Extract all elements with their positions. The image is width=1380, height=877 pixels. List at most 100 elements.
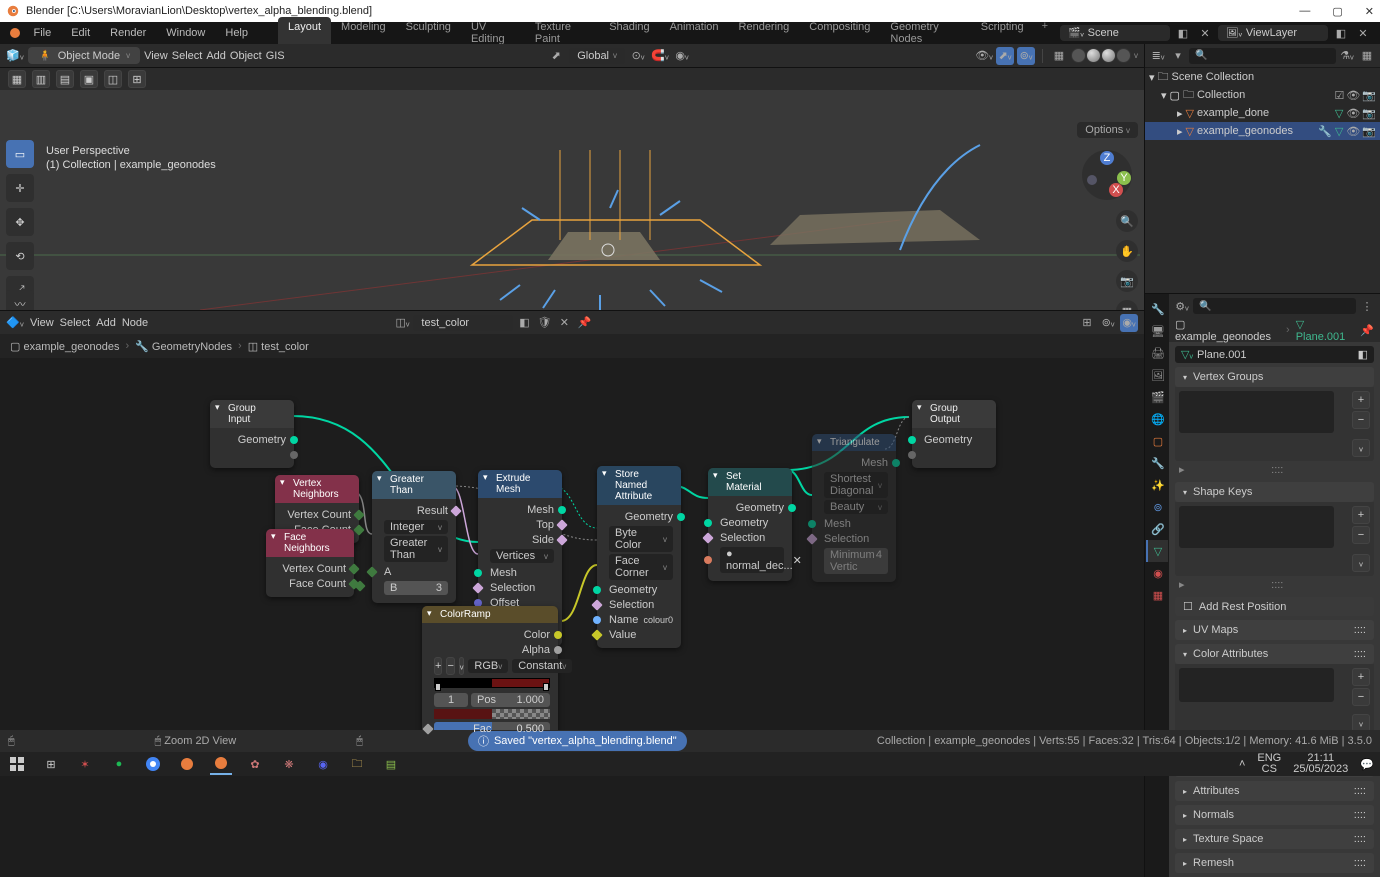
greater-b-field[interactable]: B3: [384, 581, 448, 595]
ptab-constraint[interactable]: 🔗: [1146, 518, 1168, 540]
store-domain-select[interactable]: Face Cornerv: [609, 554, 673, 580]
viewport-3d[interactable]: User Perspective (1) Collection | exampl…: [0, 90, 1144, 310]
clock-date[interactable]: 25/05/2023: [1293, 764, 1348, 775]
ramp-interp-select[interactable]: Constantv: [512, 659, 572, 673]
store-type-select[interactable]: Byte Colorv: [609, 526, 673, 552]
ne-menu-view[interactable]: View: [30, 317, 54, 329]
panel-shape-keys[interactable]: Shape Keys: [1175, 482, 1374, 502]
ne-snap-icon[interactable]: ⊞: [1078, 314, 1096, 332]
app-icon-2[interactable]: ✿: [244, 753, 266, 775]
sk-menu[interactable]: ᵥ: [1352, 554, 1370, 572]
pivot-icon[interactable]: ⊙ᵥ: [629, 47, 647, 65]
ca-remove[interactable]: −: [1352, 688, 1370, 706]
snap-icon[interactable]: 🧲ᵥ: [651, 47, 669, 65]
tool-rotate[interactable]: ⟲: [6, 242, 34, 270]
menu-render[interactable]: Render: [102, 24, 154, 42]
ptab-tool[interactable]: 🔧: [1146, 298, 1168, 320]
tree-copy-icon[interactable]: 🛡: [535, 314, 553, 332]
panel-texture-space[interactable]: Texture Space::::: [1175, 829, 1374, 849]
lang-indicator-2[interactable]: CS: [1257, 764, 1281, 775]
ramp-color-swatch[interactable]: [434, 709, 550, 719]
outliner-item-example-done[interactable]: example_done: [1197, 107, 1332, 119]
node-face-neighbors[interactable]: Face Neighbors Vertex Count Face Count: [266, 529, 354, 597]
ptab-scene[interactable]: 🎬: [1146, 386, 1168, 408]
axis-gizmo[interactable]: Z Y X: [1080, 148, 1134, 202]
outliner-item-example-geonodes[interactable]: example_geonodes: [1197, 125, 1315, 137]
tray-chevron-icon[interactable]: ˄: [1239, 758, 1245, 770]
sel-mode-6[interactable]: ⊞: [128, 70, 146, 88]
proportional-icon[interactable]: ◉ᵥ: [673, 47, 691, 65]
greater-type-select[interactable]: Integerv: [384, 520, 448, 534]
maximize-button[interactable]: ▢: [1332, 5, 1342, 18]
ne-menu-select[interactable]: Select: [60, 317, 91, 329]
menu-window[interactable]: Window: [158, 24, 213, 42]
greater-op-select[interactable]: Greater Thanv: [384, 536, 448, 562]
viewport-options[interactable]: Options v: [1077, 122, 1138, 138]
outliner-type-icon[interactable]: ≣ᵥ: [1149, 47, 1167, 65]
discord-icon[interactable]: ◉: [312, 753, 334, 775]
tree-type-icon[interactable]: ◫ᵥ: [393, 314, 411, 332]
outliner-display-icon[interactable]: ▾: [1169, 47, 1187, 65]
ptab-data[interactable]: ▽: [1146, 540, 1168, 562]
viewlayer-selector[interactable]: 🖼ᵥ ViewLayer: [1218, 25, 1328, 41]
app-icon-1[interactable]: ✶: [74, 753, 96, 775]
ramp-mode-select[interactable]: RGBv: [468, 659, 508, 673]
outliner-scene-collection[interactable]: Scene Collection: [1172, 71, 1376, 83]
node-set-material[interactable]: Set Material Geometry Geometry Selection…: [708, 468, 792, 581]
ramp-index[interactable]: 1: [434, 693, 468, 707]
ne-overlay-icon[interactable]: ⊚ᵥ: [1099, 314, 1117, 332]
panel-color-attributes[interactable]: Color Attributes::::: [1175, 644, 1374, 664]
tool-move[interactable]: ✥: [6, 208, 34, 236]
bc-object[interactable]: example_geonodes: [23, 341, 119, 353]
vg-remove[interactable]: −: [1352, 411, 1370, 429]
tool-cursor[interactable]: ✛: [6, 174, 34, 202]
bc-tree[interactable]: test_color: [261, 341, 309, 353]
color-attrs-list[interactable]: [1179, 668, 1334, 702]
add-rest-position-button[interactable]: ☐Add Rest Position: [1175, 597, 1374, 616]
tree-delete-icon[interactable]: ✕: [555, 314, 573, 332]
start-button[interactable]: [6, 753, 28, 775]
vg-add[interactable]: +: [1352, 391, 1370, 409]
viewlayer-new-icon[interactable]: ◧: [1332, 24, 1350, 42]
panel-remesh[interactable]: Remesh::::: [1175, 853, 1374, 873]
blender-taskbar-icon-2[interactable]: [210, 753, 232, 775]
ptab-world[interactable]: 🌐: [1146, 408, 1168, 430]
menu-file[interactable]: File: [25, 24, 59, 42]
mode-selector[interactable]: 🧍Object Modev: [28, 47, 140, 64]
ptab-object[interactable]: ▢: [1146, 430, 1168, 452]
ptab-particle[interactable]: ✨: [1146, 474, 1168, 496]
node-greater-than[interactable]: Greater Than Result Integerv Greater Tha…: [372, 471, 456, 603]
mesh-name-field[interactable]: ▽ᵥ Plane.001 ◧: [1175, 346, 1374, 363]
overlay-toggle-icon[interactable]: ⊚ᵥ: [1017, 47, 1035, 65]
node-tree-selector[interactable]: test_color: [413, 315, 513, 331]
shape-keys-list[interactable]: [1179, 506, 1334, 548]
outliner-new-coll-icon[interactable]: ▦: [1358, 47, 1376, 65]
explorer-icon[interactable]: 🗀: [346, 753, 368, 775]
ne-menu-add[interactable]: Add: [96, 317, 116, 329]
vp-menu-view[interactable]: View: [144, 50, 168, 62]
ne-menu-node[interactable]: Node: [122, 317, 148, 329]
ca-add[interactable]: +: [1352, 668, 1370, 686]
ptab-output[interactable]: 🖨: [1146, 342, 1168, 364]
menu-help[interactable]: Help: [217, 24, 256, 42]
chrome-icon[interactable]: [142, 753, 164, 775]
bc-modifier[interactable]: GeometryNodes: [152, 341, 232, 353]
outliner-search[interactable]: 🔍: [1189, 48, 1336, 64]
ramp-menu[interactable]: ᵥ: [459, 657, 465, 675]
ne-sphere-icon[interactable]: ◉ᵥ: [1120, 314, 1138, 332]
scene-browse-icon[interactable]: ◧: [1174, 24, 1192, 42]
app-icon-3[interactable]: ❋: [278, 753, 300, 775]
close-button[interactable]: ✕: [1365, 5, 1374, 18]
ramp-del-stop[interactable]: −: [446, 657, 454, 675]
node-triangulate[interactable]: Triangulate Mesh Shortest Diagonalv Beau…: [812, 434, 896, 582]
sel-mode-1[interactable]: ▦: [8, 70, 26, 88]
sel-mode-3[interactable]: ▤: [56, 70, 74, 88]
node-group-output[interactable]: Group Output Geometry: [912, 400, 996, 468]
task-view-icon[interactable]: ⊞: [40, 753, 62, 775]
ptab-render[interactable]: 🖥: [1146, 320, 1168, 342]
menu-edit[interactable]: Edit: [63, 24, 98, 42]
props-type-icon[interactable]: ⚙ᵥ: [1173, 297, 1191, 315]
visibility-icon[interactable]: 👁ᵥ: [975, 47, 993, 65]
editor-type-icon[interactable]: 🧊ᵥ: [6, 47, 24, 65]
node-editor-type-icon[interactable]: 🔷ᵥ: [6, 314, 24, 332]
